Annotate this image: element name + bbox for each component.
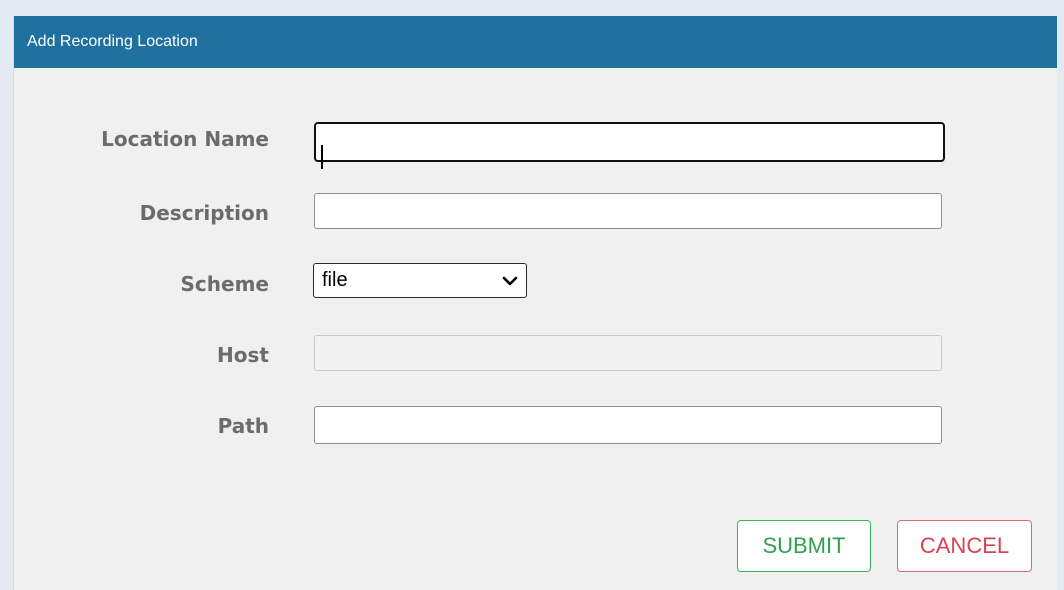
scheme-label: Scheme [180,272,269,296]
host-label: Host [217,343,269,367]
scheme-selected-value: file [322,269,348,291]
description-input[interactable] [314,193,942,229]
add-recording-location-dialog: Add Recording Location Location Name Des… [13,16,1057,590]
page-background: Add Recording Location Location Name Des… [0,0,1064,590]
location-name-label: Location Name [101,127,269,151]
dialog-title: Add Recording Location [27,33,198,50]
path-input[interactable] [314,406,942,444]
text-caret [321,145,323,169]
path-label: Path [217,414,269,438]
dialog-titlebar: Add Recording Location [14,16,1057,68]
location-name-input[interactable] [314,122,945,162]
chevron-down-icon [502,276,518,286]
submit-button[interactable]: SUBMIT [737,520,871,572]
scheme-select[interactable]: file [313,263,527,298]
description-label: Description [139,201,269,225]
cancel-button[interactable]: CANCEL [897,520,1032,572]
host-input[interactable] [314,335,942,371]
